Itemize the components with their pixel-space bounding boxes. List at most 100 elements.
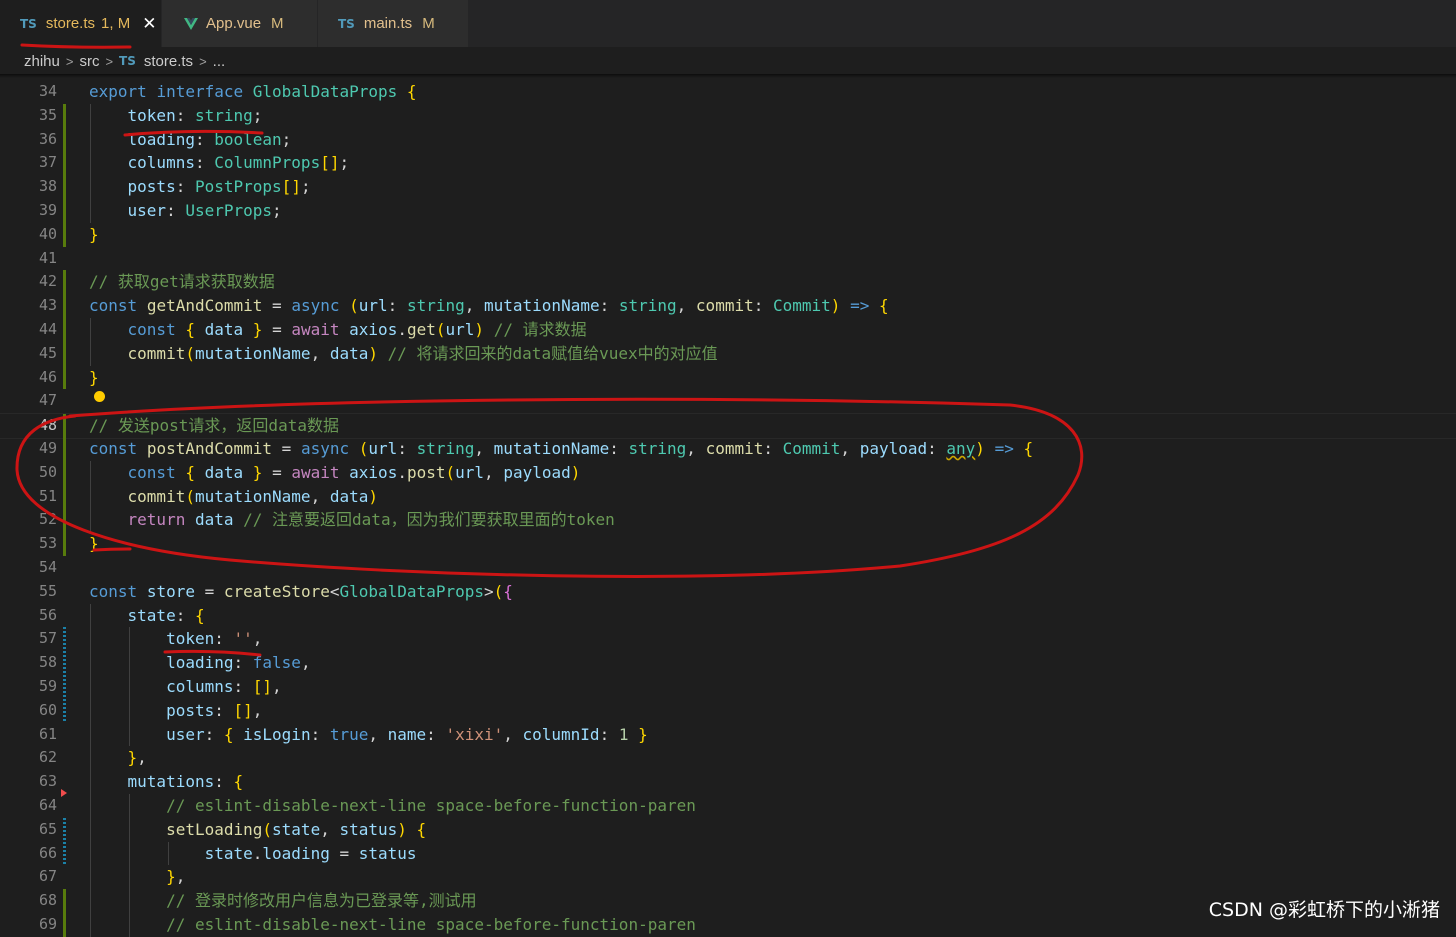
code-line[interactable]: 58 loading: false, [0, 651, 1456, 675]
git-added-indicator[interactable] [63, 889, 66, 913]
code-text: state.loading = status [204, 843, 417, 863]
git-added-indicator[interactable] [63, 175, 66, 199]
git-added-indicator[interactable] [63, 532, 66, 556]
breadcrumb-file[interactable]: store.ts [144, 53, 193, 70]
code-text: const { data } = await axios.post(url, p… [127, 462, 581, 482]
code-line[interactable]: 51 commit(mutationName, data) [0, 484, 1456, 509]
code-line[interactable]: 62 }, [0, 746, 1456, 770]
chevron-right-icon: > [105, 53, 114, 69]
git-added-indicator[interactable] [63, 508, 66, 533]
code-line[interactable]: 40} [0, 222, 1456, 247]
tab-main-ts[interactable]: TS main.ts M [318, 0, 468, 47]
breadcrumb-shadow [0, 74, 1456, 78]
line-number: 44 [38, 320, 57, 338]
code-line[interactable]: 44 const { data } = await axios.get(url)… [0, 318, 1456, 342]
code-line[interactable]: 65 setLoading(state, status) { [0, 817, 1456, 842]
git-modified-indicator[interactable] [63, 841, 66, 866]
code-editor[interactable]: 34 export interface GlobalDataProps {35 t… [0, 80, 1456, 937]
code-text: }, [166, 867, 186, 887]
code-line[interactable]: 45 commit(mutationName, data) // 将请求回来的d… [0, 341, 1456, 366]
fold-marker-icon [61, 789, 67, 797]
git-modified-indicator[interactable] [63, 651, 66, 675]
code-line[interactable]: 54 [0, 556, 1456, 580]
code-line[interactable]: 41 [0, 247, 1456, 271]
code-text: export interface GlobalDataProps { [89, 82, 417, 101]
line-number: 42 [38, 272, 57, 291]
git-added-indicator[interactable] [63, 270, 66, 295]
git-added-indicator[interactable] [63, 365, 66, 390]
code-line[interactable]: 36 loading: boolean; [0, 127, 1456, 152]
line-number: 40 [38, 224, 57, 243]
line-number: 61 [38, 724, 57, 743]
tab-bar: TS store.ts 1, M ✕ App.vue M TS main.ts … [0, 0, 1456, 47]
code-text: token: string; [127, 105, 263, 125]
line-number: 60 [38, 700, 57, 719]
git-modified-indicator[interactable] [63, 817, 66, 842]
git-added-indicator[interactable] [63, 913, 66, 937]
git-added-indicator[interactable] [63, 199, 66, 223]
code-line[interactable]: 60 posts: [], [0, 698, 1456, 723]
git-added-indicator[interactable] [63, 484, 66, 509]
code-line[interactable]: 53} [0, 532, 1456, 556]
code-line[interactable]: 64 // eslint-disable-next-line space-bef… [0, 794, 1456, 818]
git-added-indicator[interactable] [63, 437, 66, 461]
git-added-indicator[interactable] [63, 341, 66, 366]
code-line[interactable]: 49 const postAndCommit = async (url: stri… [0, 437, 1456, 461]
code-line[interactable]: 34 export interface GlobalDataProps { [0, 80, 1456, 104]
breadcrumb-folder-src[interactable]: src [79, 53, 99, 70]
tab-app-vue[interactable]: App.vue M [162, 0, 317, 47]
line-number: 39 [38, 201, 57, 219]
line-number: 53 [38, 534, 57, 553]
code-line[interactable]: 67 }, [0, 865, 1456, 889]
git-added-indicator[interactable] [63, 294, 66, 318]
breadcrumb-symbols[interactable]: ... [213, 53, 226, 70]
git-added-indicator[interactable] [63, 414, 66, 438]
code-line[interactable]: 57 token: '', [0, 627, 1456, 652]
code-line[interactable]: 56 state: { [0, 604, 1456, 628]
line-number: 55 [38, 581, 57, 600]
breadcrumb-folder-zhihu[interactable]: zhihu [24, 53, 60, 70]
lightbulb-icon[interactable] [94, 391, 105, 402]
git-modified-indicator[interactable] [63, 675, 66, 699]
git-added-indicator[interactable] [63, 318, 66, 342]
tab-store-ts[interactable]: TS store.ts 1, M ✕ [0, 0, 161, 47]
git-added-indicator[interactable] [63, 103, 66, 128]
line-number: 62 [38, 748, 57, 767]
indent-guide [90, 103, 91, 223]
git-added-indicator[interactable] [63, 222, 66, 247]
code-line[interactable]: 39 user: UserProps; [0, 199, 1456, 223]
close-icon[interactable]: ✕ [142, 14, 156, 34]
indent-guide [90, 318, 91, 366]
tab-label: store.ts [45, 15, 96, 32]
line-number: 36 [38, 129, 57, 148]
code-line[interactable]: 42 // 获取get请求获取数据 [0, 270, 1456, 295]
line-number: 47 [38, 391, 57, 410]
line-number: 50 [38, 462, 57, 481]
git-modified-indicator[interactable] [63, 698, 66, 723]
git-modified-indicator[interactable] [63, 627, 66, 652]
code-line[interactable]: 38 posts: PostProps[]; [0, 175, 1456, 199]
code-line[interactable]: 55 const store = createStore<GlobalDataPr… [0, 580, 1456, 604]
tab-status: M [271, 15, 284, 32]
code-text: commit(mutationName, data) // 将请求回来的data… [127, 343, 718, 363]
code-line[interactable]: 47 [0, 389, 1456, 413]
code-line[interactable]: 66 state.loading = status [0, 841, 1456, 866]
code-text: } [89, 224, 99, 244]
git-added-indicator[interactable] [63, 151, 66, 176]
code-line[interactable]: 52 return data // 注意要返回data，因为我们要获取里面的to… [0, 508, 1456, 533]
code-line[interactable]: 59 columns: [], [0, 675, 1456, 699]
line-number: 43 [38, 296, 57, 315]
git-added-indicator[interactable] [63, 460, 66, 485]
code-line[interactable]: 37 columns: ColumnProps[]; [0, 151, 1456, 176]
code-line[interactable]: 50 const { data } = await axios.post(url… [0, 460, 1456, 485]
line-number: 68 [38, 891, 57, 910]
code-line[interactable]: 63 mutations: { [0, 770, 1456, 794]
chevron-right-icon: > [199, 53, 207, 69]
code-line[interactable]: 61 user: { isLogin: true, name: 'xixi', … [0, 723, 1456, 747]
code-line[interactable]: 43 const getAndCommit = async (url: strin… [0, 294, 1456, 318]
code-line[interactable]: 48 // 发送post请求，返回data数据 [0, 413, 1456, 439]
code-line[interactable]: 46} [0, 365, 1456, 390]
code-line[interactable]: 35 token: string; [0, 103, 1456, 128]
line-number: 66 [38, 843, 57, 862]
git-added-indicator[interactable] [63, 127, 66, 152]
